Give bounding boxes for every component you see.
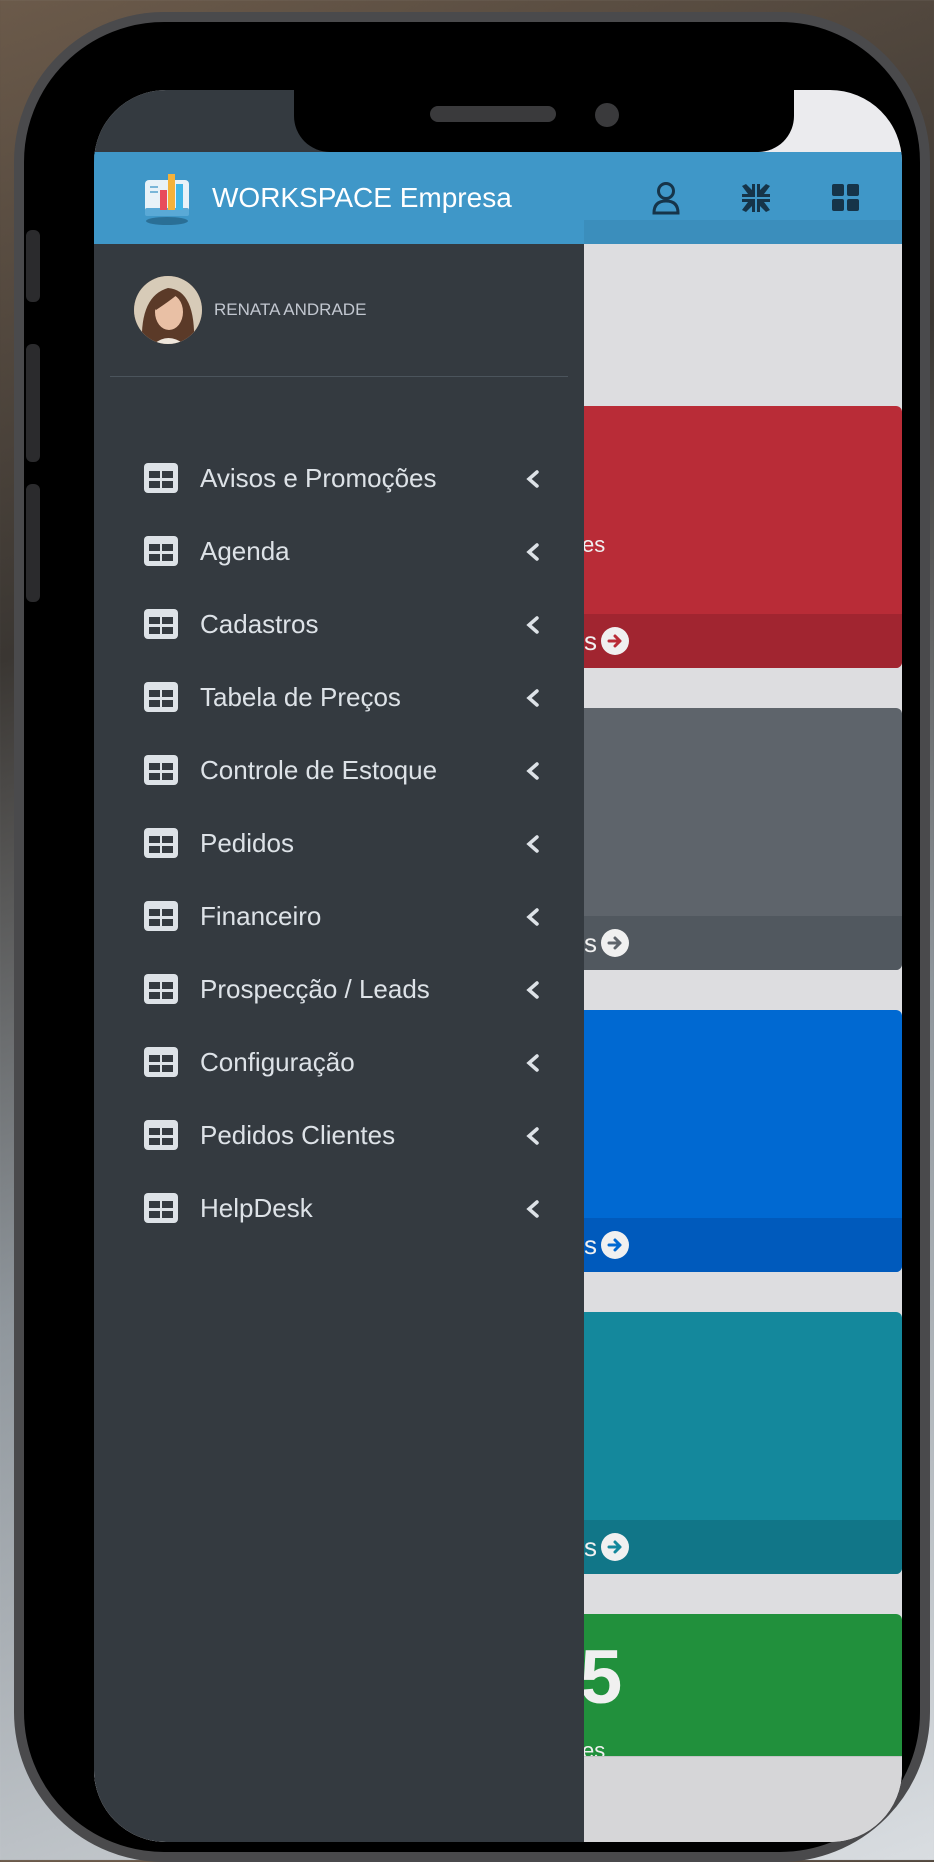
menu-item-label: Tabela de Preços	[200, 682, 401, 712]
menu-item-label: Controle de Estoque	[200, 755, 438, 785]
menu-item-label: Financeiro	[200, 901, 322, 931]
card-footer[interactable]: s	[574, 1520, 902, 1574]
table-icon	[144, 462, 178, 493]
dashboard-logo-icon	[145, 174, 189, 225]
sidebar: WORKSPACE Empresa RENATA ANDRADE Avisos …	[94, 90, 584, 1842]
menu-item-cadastros[interactable]: Cadastros	[94, 588, 584, 661]
arrow-circle-right-icon	[601, 627, 629, 655]
table-icon	[144, 608, 178, 639]
card-footer[interactable]: s	[574, 614, 902, 668]
menu-item-pedidos-clientes[interactable]: Pedidos Clientes	[94, 1099, 584, 1172]
card-text: es	[582, 1738, 606, 1756]
menu-item-label: Pedidos	[200, 828, 294, 858]
card-footer[interactable]: s	[574, 916, 902, 970]
menu-item-label: Pedidos Clientes	[200, 1120, 396, 1150]
card-footer-text: s	[584, 1229, 597, 1260]
volume-up-button	[26, 344, 40, 462]
phone-frame: es s s s s 5 es WORKSPACE Empresa RENATA…	[14, 12, 930, 1862]
chevron-left-icon	[526, 761, 539, 780]
card-footer-text: s	[584, 927, 597, 958]
menu-item-controle-estoque[interactable]: Controle de Estoque	[94, 734, 584, 807]
chevron-left-icon	[526, 834, 539, 853]
speaker	[430, 106, 556, 122]
card-footer[interactable]: s	[574, 1218, 902, 1272]
menu-item-avisos-promocoes[interactable]: Avisos e Promoções	[94, 442, 584, 515]
mute-switch	[26, 230, 40, 302]
menu-item-label: Cadastros	[200, 609, 319, 639]
arrow-circle-right-icon	[601, 1231, 629, 1259]
table-icon	[144, 535, 178, 566]
brand-title: WORKSPACE Empresa	[212, 182, 512, 213]
sidebar-menu: Avisos e Promoções Agenda Cadastros Tabe…	[94, 442, 584, 1245]
arrow-circle-right-icon	[601, 929, 629, 957]
menu-item-label: Prospecção / Leads	[200, 974, 430, 1004]
table-icon	[144, 1192, 178, 1223]
card-footer-text: s	[584, 625, 597, 656]
menu-item-financeiro[interactable]: Financeiro	[94, 880, 584, 953]
table-icon	[144, 754, 178, 785]
menu-item-label: Agenda	[200, 536, 290, 566]
chevron-left-icon	[526, 1126, 539, 1145]
front-camera	[595, 103, 619, 127]
chevron-left-icon	[526, 469, 539, 488]
table-icon	[144, 827, 178, 858]
brand-link[interactable]: WORKSPACE Empresa	[94, 152, 584, 244]
menu-item-agenda[interactable]: Agenda	[94, 515, 584, 588]
chevron-left-icon	[526, 1053, 539, 1072]
dashboard-card-5[interactable]: 5 es	[574, 1614, 902, 1756]
user-name: RENATA ANDRADE	[214, 300, 367, 319]
dashboard-card-2[interactable]: s	[574, 708, 902, 970]
chevron-left-icon	[526, 542, 539, 561]
table-icon	[144, 973, 178, 1004]
menu-item-configuracao[interactable]: Configuração	[94, 1026, 584, 1099]
menu-item-pedidos[interactable]: Pedidos	[94, 807, 584, 880]
chevron-left-icon	[526, 1199, 539, 1218]
dashboard-card-1[interactable]: es s	[574, 406, 902, 668]
chevron-left-icon	[526, 688, 539, 707]
menu-item-prospeccao-leads[interactable]: Prospecção / Leads	[94, 953, 584, 1026]
table-icon	[144, 1119, 178, 1150]
menu-item-label: Configuração	[200, 1047, 355, 1077]
table-icon	[144, 900, 178, 931]
card-text: es	[582, 532, 606, 557]
user-panel[interactable]: RENATA ANDRADE	[134, 276, 366, 344]
chevron-left-icon	[526, 615, 539, 634]
arrow-circle-right-icon	[601, 1533, 629, 1561]
menu-item-tabela-precos[interactable]: Tabela de Preços	[94, 661, 584, 734]
card-value: 5	[580, 1635, 623, 1720]
compress-icon[interactable]	[734, 176, 778, 220]
phone-screen: es s s s s 5 es WORKSPACE Empresa RENATA…	[94, 90, 902, 1842]
card-footer-text: s	[584, 1531, 597, 1562]
chevron-left-icon	[526, 907, 539, 926]
menu-item-helpdesk[interactable]: HelpDesk	[94, 1172, 584, 1245]
menu-item-label: Avisos e Promoções	[200, 463, 437, 493]
table-icon	[144, 681, 178, 712]
volume-down-button	[26, 484, 40, 602]
chevron-left-icon	[526, 980, 539, 999]
table-icon	[144, 1046, 178, 1077]
dashboard-card-4[interactable]: s	[574, 1312, 902, 1574]
user-icon[interactable]	[644, 176, 688, 220]
dashboard-card-3[interactable]: s	[574, 1010, 902, 1272]
divider	[110, 376, 568, 377]
menu-item-label: HelpDesk	[200, 1193, 313, 1223]
avatar	[134, 276, 202, 344]
grid-icon[interactable]	[824, 176, 868, 220]
